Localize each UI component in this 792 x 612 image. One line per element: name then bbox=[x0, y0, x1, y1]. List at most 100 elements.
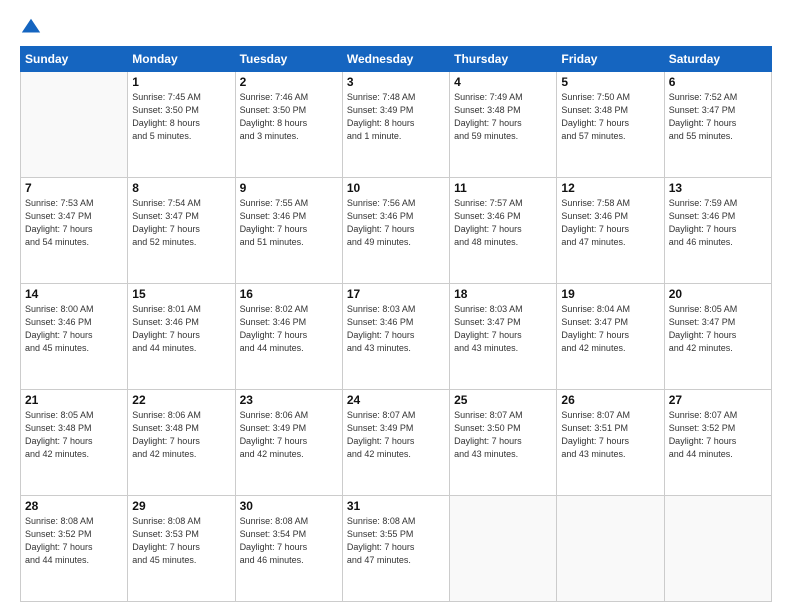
day-number: 7 bbox=[25, 181, 123, 195]
weekday-header: Monday bbox=[128, 47, 235, 72]
day-number: 28 bbox=[25, 499, 123, 513]
day-number: 6 bbox=[669, 75, 767, 89]
day-number: 23 bbox=[240, 393, 338, 407]
day-info: Sunrise: 7:57 AM Sunset: 3:46 PM Dayligh… bbox=[454, 197, 552, 249]
day-number: 12 bbox=[561, 181, 659, 195]
weekday-header: Friday bbox=[557, 47, 664, 72]
day-number: 2 bbox=[240, 75, 338, 89]
header bbox=[20, 16, 772, 38]
calendar-cell: 21Sunrise: 8:05 AM Sunset: 3:48 PM Dayli… bbox=[21, 390, 128, 496]
day-number: 9 bbox=[240, 181, 338, 195]
calendar-cell: 29Sunrise: 8:08 AM Sunset: 3:53 PM Dayli… bbox=[128, 496, 235, 602]
day-number: 1 bbox=[132, 75, 230, 89]
day-number: 27 bbox=[669, 393, 767, 407]
calendar-cell: 28 Sunrise: 8:08 AM Sunset: 3:52 PM Dayli… bbox=[21, 496, 128, 602]
calendar-cell bbox=[664, 496, 771, 602]
day-info: Sunrise: 8:07 AM Sunset: 3:52 PM Dayligh… bbox=[669, 409, 767, 461]
day-number: 24 bbox=[347, 393, 445, 407]
day-info: Sunrise: 8:07 AM Sunset: 3:51 PM Dayligh… bbox=[561, 409, 659, 461]
day-info: Sunrise: 8:02 AM Sunset: 3:46 PM Dayligh… bbox=[240, 303, 338, 355]
calendar-cell: 3Sunrise: 7:48 AM Sunset: 3:49 PM Daylig… bbox=[342, 72, 449, 178]
day-number: 22 bbox=[132, 393, 230, 407]
calendar-cell: 16 Sunrise: 8:02 AM Sunset: 3:46 PM Dayli… bbox=[235, 284, 342, 390]
day-info: Sunrise: 7:53 AM Sunset: 3:47 PM Dayligh… bbox=[25, 197, 123, 249]
calendar-cell: 8 Sunrise: 7:54 AM Sunset: 3:47 PM Daylig… bbox=[128, 178, 235, 284]
calendar-cell: 18 Sunrise: 8:03 AM Sunset: 3:47 PM Dayli… bbox=[450, 284, 557, 390]
day-info: Sunrise: 8:03 AM Sunset: 3:46 PM Dayligh… bbox=[347, 303, 445, 355]
day-info: Sunrise: 7:56 AM Sunset: 3:46 PM Dayligh… bbox=[347, 197, 445, 249]
calendar-cell: 25Sunrise: 8:07 AM Sunset: 3:50 PM Dayli… bbox=[450, 390, 557, 496]
calendar-cell: 30Sunrise: 8:08 AM Sunset: 3:54 PM Dayli… bbox=[235, 496, 342, 602]
logo bbox=[20, 16, 46, 38]
day-info: Sunrise: 7:55 AM Sunset: 3:46 PM Dayligh… bbox=[240, 197, 338, 249]
weekday-header: Saturday bbox=[664, 47, 771, 72]
calendar-cell: 1 Sunrise: 7:45 AM Sunset: 3:50 PM Daylig… bbox=[128, 72, 235, 178]
day-info: Sunrise: 8:01 AM Sunset: 3:46 PM Dayligh… bbox=[132, 303, 230, 355]
calendar-week-row: 7 Sunrise: 7:53 AM Sunset: 3:47 PM Daylig… bbox=[21, 178, 772, 284]
calendar-cell: 26 Sunrise: 8:07 AM Sunset: 3:51 PM Dayli… bbox=[557, 390, 664, 496]
day-info: Sunrise: 7:49 AM Sunset: 3:48 PM Dayligh… bbox=[454, 91, 552, 143]
calendar-cell bbox=[21, 72, 128, 178]
calendar-cell: 20 Sunrise: 8:05 AM Sunset: 3:47 PM Dayli… bbox=[664, 284, 771, 390]
calendar-cell: 24 Sunrise: 8:07 AM Sunset: 3:49 PM Dayli… bbox=[342, 390, 449, 496]
calendar-cell: 12 Sunrise: 7:58 AM Sunset: 3:46 PM Dayli… bbox=[557, 178, 664, 284]
calendar-cell: 11 Sunrise: 7:57 AM Sunset: 3:46 PM Dayli… bbox=[450, 178, 557, 284]
day-number: 21 bbox=[25, 393, 123, 407]
day-info: Sunrise: 8:07 AM Sunset: 3:50 PM Dayligh… bbox=[454, 409, 552, 461]
weekday-header: Wednesday bbox=[342, 47, 449, 72]
day-number: 31 bbox=[347, 499, 445, 513]
day-info: Sunrise: 8:07 AM Sunset: 3:49 PM Dayligh… bbox=[347, 409, 445, 461]
calendar-cell: 6Sunrise: 7:52 AM Sunset: 3:47 PM Daylig… bbox=[664, 72, 771, 178]
day-number: 5 bbox=[561, 75, 659, 89]
day-number: 26 bbox=[561, 393, 659, 407]
day-number: 13 bbox=[669, 181, 767, 195]
day-number: 4 bbox=[454, 75, 552, 89]
day-number: 29 bbox=[132, 499, 230, 513]
day-number: 16 bbox=[240, 287, 338, 301]
calendar-cell: 4 Sunrise: 7:49 AM Sunset: 3:48 PM Daylig… bbox=[450, 72, 557, 178]
day-info: Sunrise: 8:04 AM Sunset: 3:47 PM Dayligh… bbox=[561, 303, 659, 355]
calendar-table: SundayMondayTuesdayWednesdayThursdayFrid… bbox=[20, 46, 772, 602]
day-number: 18 bbox=[454, 287, 552, 301]
day-info: Sunrise: 8:05 AM Sunset: 3:47 PM Dayligh… bbox=[669, 303, 767, 355]
calendar-week-row: 28 Sunrise: 8:08 AM Sunset: 3:52 PM Dayli… bbox=[21, 496, 772, 602]
day-info: Sunrise: 8:03 AM Sunset: 3:47 PM Dayligh… bbox=[454, 303, 552, 355]
weekday-header: Tuesday bbox=[235, 47, 342, 72]
calendar-cell: 9 Sunrise: 7:55 AM Sunset: 3:46 PM Daylig… bbox=[235, 178, 342, 284]
day-number: 3 bbox=[347, 75, 445, 89]
weekday-header: Sunday bbox=[21, 47, 128, 72]
day-info: Sunrise: 8:06 AM Sunset: 3:49 PM Dayligh… bbox=[240, 409, 338, 461]
weekday-header-row: SundayMondayTuesdayWednesdayThursdayFrid… bbox=[21, 47, 772, 72]
day-info: Sunrise: 8:06 AM Sunset: 3:48 PM Dayligh… bbox=[132, 409, 230, 461]
calendar-cell: 27 Sunrise: 8:07 AM Sunset: 3:52 PM Dayli… bbox=[664, 390, 771, 496]
day-number: 20 bbox=[669, 287, 767, 301]
day-info: Sunrise: 8:08 AM Sunset: 3:52 PM Dayligh… bbox=[25, 515, 123, 567]
day-info: Sunrise: 7:46 AM Sunset: 3:50 PM Dayligh… bbox=[240, 91, 338, 143]
day-info: Sunrise: 7:45 AM Sunset: 3:50 PM Dayligh… bbox=[132, 91, 230, 143]
calendar-cell: 5Sunrise: 7:50 AM Sunset: 3:48 PM Daylig… bbox=[557, 72, 664, 178]
day-info: Sunrise: 8:08 AM Sunset: 3:54 PM Dayligh… bbox=[240, 515, 338, 567]
day-number: 11 bbox=[454, 181, 552, 195]
calendar-cell: 31 Sunrise: 8:08 AM Sunset: 3:55 PM Dayli… bbox=[342, 496, 449, 602]
calendar-cell: 2 Sunrise: 7:46 AM Sunset: 3:50 PM Daylig… bbox=[235, 72, 342, 178]
day-number: 8 bbox=[132, 181, 230, 195]
calendar-cell: 13 Sunrise: 7:59 AM Sunset: 3:46 PM Dayli… bbox=[664, 178, 771, 284]
day-info: Sunrise: 7:54 AM Sunset: 3:47 PM Dayligh… bbox=[132, 197, 230, 249]
day-info: Sunrise: 7:58 AM Sunset: 3:46 PM Dayligh… bbox=[561, 197, 659, 249]
day-number: 14 bbox=[25, 287, 123, 301]
calendar-cell: 17 Sunrise: 8:03 AM Sunset: 3:46 PM Dayli… bbox=[342, 284, 449, 390]
calendar-cell: 23 Sunrise: 8:06 AM Sunset: 3:49 PM Dayli… bbox=[235, 390, 342, 496]
calendar-cell bbox=[557, 496, 664, 602]
day-info: Sunrise: 8:08 AM Sunset: 3:55 PM Dayligh… bbox=[347, 515, 445, 567]
calendar-week-row: 14Sunrise: 8:00 AM Sunset: 3:46 PM Dayli… bbox=[21, 284, 772, 390]
logo-icon bbox=[20, 16, 42, 38]
calendar-cell: 19Sunrise: 8:04 AM Sunset: 3:47 PM Dayli… bbox=[557, 284, 664, 390]
day-number: 10 bbox=[347, 181, 445, 195]
calendar-cell: 10 Sunrise: 7:56 AM Sunset: 3:46 PM Dayli… bbox=[342, 178, 449, 284]
calendar-cell bbox=[450, 496, 557, 602]
calendar-week-row: 1 Sunrise: 7:45 AM Sunset: 3:50 PM Daylig… bbox=[21, 72, 772, 178]
calendar-week-row: 21Sunrise: 8:05 AM Sunset: 3:48 PM Dayli… bbox=[21, 390, 772, 496]
day-number: 17 bbox=[347, 287, 445, 301]
day-info: Sunrise: 7:59 AM Sunset: 3:46 PM Dayligh… bbox=[669, 197, 767, 249]
page: SundayMondayTuesdayWednesdayThursdayFrid… bbox=[0, 0, 792, 612]
